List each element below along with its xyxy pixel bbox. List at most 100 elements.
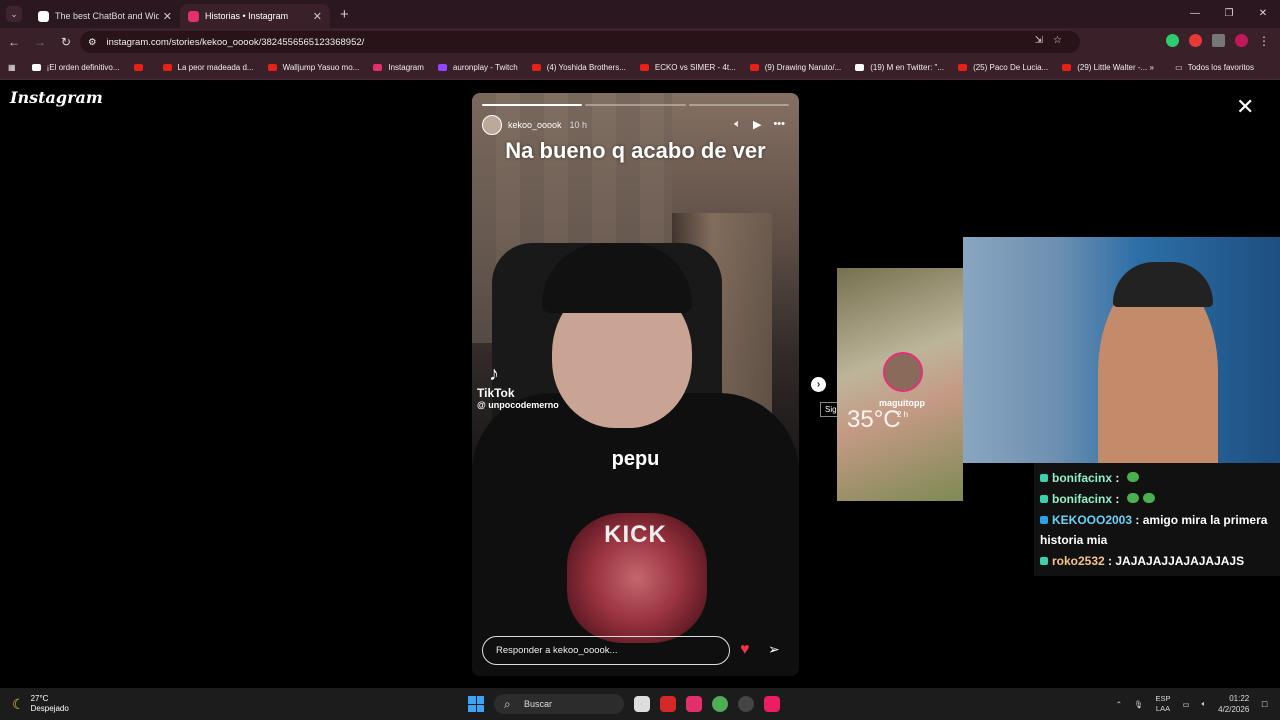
weather-widget[interactable]: ☾ 27°C Despejado <box>12 694 69 714</box>
instagram-favicon-icon <box>188 10 199 22</box>
story-username[interactable]: kekoo_ooook <box>508 120 562 130</box>
emote-icon <box>1142 493 1155 503</box>
volume-icon[interactable]: 🔈︎ <box>1202 699 1207 709</box>
next-story-preview[interactable]: 35°C maguitopp 2 h <box>837 268 963 501</box>
new-tab-icon[interactable]: + <box>340 6 349 23</box>
bookmarks-overflow-icon[interactable]: » <box>1150 63 1154 72</box>
apps-grid-icon[interactable]: ▦ <box>8 63 16 72</box>
notifications-icon[interactable]: ☐ <box>1261 700 1268 709</box>
badge-icon <box>1040 516 1048 524</box>
bookmarks-bar: ▦ ¡El orden definitivo... La peor madead… <box>0 56 1280 80</box>
youtube-favicon-icon <box>531 64 541 71</box>
progress-segment <box>688 104 789 106</box>
extension-red-icon[interactable] <box>1189 34 1202 47</box>
bookmark-item[interactable]: La peor madeada d... <box>162 63 254 72</box>
forward-icon[interactable]: → <box>28 35 52 49</box>
instagram-logo[interactable]: Instagram <box>10 88 103 107</box>
close-stories-icon[interactable]: ✕ <box>1236 94 1254 120</box>
instagram-app-icon[interactable] <box>686 696 702 712</box>
bookmark-item[interactable]: ECKO vs SIMER - 4t... <box>639 63 736 72</box>
tiktok-brand: TikTok <box>477 386 515 400</box>
bookmark-item[interactable]: ¡El orden definitivo... <box>31 63 120 72</box>
tiktok-username: @ unpocodemerno <box>477 400 559 410</box>
reload-icon[interactable]: ↻ <box>54 35 78 49</box>
app-red-icon[interactable] <box>660 696 676 712</box>
windows-start-icon[interactable] <box>468 696 484 712</box>
url-text: instagram.com/stories/kekoo_ooook/382455… <box>106 36 365 48</box>
all-bookmarks-folder[interactable]: ▭ Todos los favoritos <box>1175 63 1254 72</box>
close-tab-icon[interactable]: ✕ <box>313 10 322 23</box>
like-heart-icon[interactable]: ♥ <box>740 641 750 659</box>
emote-icon <box>1126 493 1139 503</box>
bookmark-item[interactable]: (19) M en Twitter: "... <box>855 63 944 72</box>
chat-message: KEKOOO2003 : amigo mira la primera histo… <box>1040 513 1268 547</box>
youtube-favicon-icon <box>958 64 968 71</box>
bookmark-item[interactable]: (25) Paco De Lucia... <box>958 63 1048 72</box>
extensions-puzzle-icon[interactable] <box>1212 34 1225 47</box>
next-story-button[interactable]: › <box>811 377 826 392</box>
story-header: kekoo_ooook 10 h <box>482 115 587 135</box>
back-icon[interactable]: ← <box>2 35 26 49</box>
tiktok-app-icon[interactable] <box>764 696 780 712</box>
play-icon[interactable]: ▶ <box>753 118 761 131</box>
story-controls: 🔈︎ ▶ ••• <box>734 118 785 131</box>
tab-instagram[interactable]: Historias • Instagram ✕ <box>180 4 330 28</box>
more-options-icon[interactable]: ••• <box>773 118 785 131</box>
close-tab-icon[interactable]: ✕ <box>163 10 172 23</box>
language-indicator[interactable]: ESP LAA <box>1156 694 1171 714</box>
youtube-favicon-icon <box>267 64 277 71</box>
network-icon[interactable]: ▭ <box>1183 700 1190 709</box>
minimize-icon[interactable]: — <box>1178 0 1212 28</box>
bookmark-item[interactable]: (4) Yoshida Brothers... <box>531 63 626 72</box>
x-favicon-icon <box>855 64 865 71</box>
navigation-bar: ← → ↻ ⚙ instagram.com/stories/kekoo_oooo… <box>0 28 1280 56</box>
restore-icon[interactable]: ❐ <box>1212 0 1246 28</box>
windows-taskbar: ☾ 27°C Despejado Buscar ⌃ 🎙︎ ESPLAA ▭ 🔈︎… <box>0 688 1280 720</box>
video-subtitle: pepu <box>611 448 660 470</box>
bookmark-item[interactable] <box>133 64 149 71</box>
next-story-time: 2 h <box>897 410 909 419</box>
badge-icon <box>1040 495 1048 503</box>
avatar[interactable] <box>482 115 502 135</box>
badge-icon <box>1040 557 1048 565</box>
emote-icon <box>1126 472 1139 482</box>
tiktok-watermark: ♪ TikTok @ unpocodemerno <box>477 363 559 410</box>
streamer-webcam <box>963 237 1280 463</box>
send-icon[interactable]: ➢ <box>768 641 780 658</box>
mute-icon[interactable]: 🔈︎ <box>734 118 741 131</box>
bookmark-item[interactable]: Instagram <box>373 63 424 72</box>
next-story-temperature: 35°C <box>847 406 901 433</box>
tab-search-icon[interactable]: ⌄ <box>6 6 22 22</box>
bookmark-star-icon[interactable]: ⇲☆ <box>1035 35 1072 46</box>
microphone-icon[interactable]: 🎙︎ <box>1134 700 1144 709</box>
site-info-icon[interactable]: ⚙ <box>88 37 97 48</box>
address-bar[interactable]: ⚙ instagram.com/stories/kekoo_ooook/3824… <box>80 31 1080 53</box>
streamer-cap <box>1113 262 1213 307</box>
bookmark-item[interactable]: (29) Little Walter -... <box>1062 63 1147 72</box>
file-explorer-icon[interactable] <box>634 696 650 712</box>
tab-title: The best ChatBot and Widgets <box>55 11 159 21</box>
reply-input[interactable]: Responder a kekoo_ooook... <box>482 636 730 665</box>
tab-chatbot[interactable]: The best ChatBot and Widgets ✕ <box>30 4 180 28</box>
story-viewer[interactable]: kekoo_ooook 10 h 🔈︎ ▶ ••• Na bueno q aca… <box>472 93 799 676</box>
obs-icon[interactable] <box>738 696 754 712</box>
extension-green-icon[interactable] <box>1166 34 1179 47</box>
chrome-icon[interactable] <box>712 696 728 712</box>
bookmark-item[interactable]: auronplay - Twitch <box>437 63 518 72</box>
stream-chat: bonifacinx : bonifacinx : KEKOOO2003 : a… <box>1034 463 1280 576</box>
youtube-favicon-icon <box>162 64 172 71</box>
folder-icon: ▭ <box>1175 63 1183 72</box>
close-window-icon[interactable]: ✕ <box>1246 0 1280 28</box>
taskbar-search[interactable]: Buscar <box>494 694 624 714</box>
menu-dots-icon[interactable]: ⋮ <box>1258 34 1270 48</box>
tab-title: Historias • Instagram <box>205 11 289 21</box>
profile-avatar-icon[interactable] <box>1235 34 1248 47</box>
window-controls: — ❐ ✕ <box>1178 0 1280 28</box>
clock[interactable]: 01:22 4/2/2026 <box>1218 693 1249 715</box>
system-tray: ⌃ 🎙︎ ESP LAA ▭ 🔈︎ 01:22 4/2/2026 ☐ <box>1116 693 1268 715</box>
chatbot-favicon-icon <box>38 10 49 22</box>
bookmark-item[interactable]: (9) Drawing Naruto/... <box>749 63 841 72</box>
shirt-text: KICK <box>604 521 667 548</box>
tray-overflow-icon[interactable]: ⌃ <box>1116 700 1122 709</box>
bookmark-item[interactable]: Walljump Yasuo mo... <box>267 63 359 72</box>
